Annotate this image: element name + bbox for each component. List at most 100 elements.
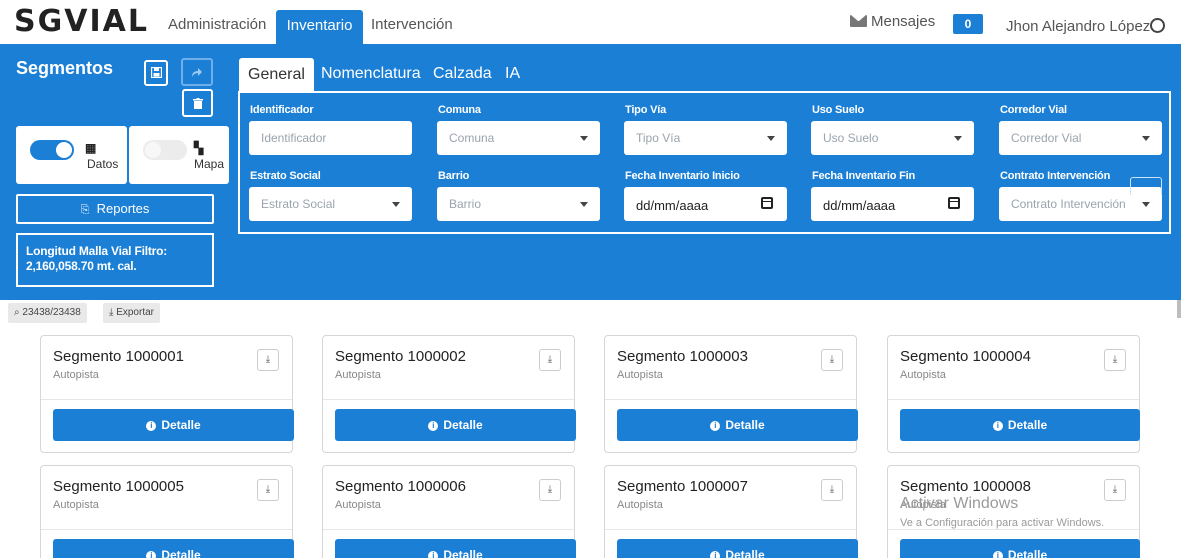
- calendar-icon[interactable]: [948, 197, 960, 209]
- download-button[interactable]: ⤓: [539, 349, 561, 371]
- fecha-inicio-input[interactable]: dd/mm/aaaa: [624, 187, 787, 221]
- filter-extra-button[interactable]: [1130, 177, 1162, 195]
- fecha-fin-input[interactable]: dd/mm/aaaa: [811, 187, 974, 221]
- estrato-social-select[interactable]: Estrato Social: [249, 187, 412, 221]
- uso-suelo-select[interactable]: Uso Suelo: [811, 121, 974, 155]
- info-icon: i: [428, 421, 439, 431]
- segment-type: Autopista: [900, 369, 946, 381]
- length-summary-box: Longitud Malla Vial Filtro: 2,160,058.70…: [16, 233, 214, 287]
- page-title: Segmentos: [16, 58, 114, 78]
- nav-link-intervencion[interactable]: Intervención: [371, 16, 453, 33]
- segment-card: Segmento 1000005 Autopista ⤓ i Detalle: [40, 465, 294, 558]
- tab-calzada[interactable]: Calzada: [433, 65, 492, 83]
- save-button[interactable]: [144, 60, 168, 86]
- info-icon: i: [992, 551, 1003, 558]
- estrato-social-placeholder: Estrato Social: [261, 197, 336, 211]
- card-divider: [323, 399, 574, 400]
- user-name: Jhon Alejandro López: [1006, 18, 1151, 35]
- detail-button[interactable]: i Detalle: [53, 539, 294, 558]
- nav-link-inventario[interactable]: Inventario: [276, 10, 363, 44]
- mapa-toggle-switch[interactable]: [143, 140, 187, 160]
- detail-button[interactable]: i Detalle: [617, 409, 858, 441]
- download-button[interactable]: ⤓: [257, 349, 279, 371]
- app-window: SGVIAL Administración Inventario Interve…: [0, 0, 1181, 558]
- detail-button[interactable]: i Detalle: [53, 409, 294, 441]
- identificador-input[interactable]: Identificador: [249, 121, 412, 155]
- download-button[interactable]: ⤓: [539, 479, 561, 501]
- segment-card: Segmento 1000006 Autopista ⤓ i Detalle: [322, 465, 576, 558]
- tab-ia[interactable]: IA: [505, 65, 520, 83]
- delete-button[interactable]: [182, 89, 213, 117]
- messages-label: Mensajes: [871, 13, 936, 30]
- tipo-via-label: Tipo Vía: [625, 104, 666, 116]
- segment-type: Autopista: [53, 499, 99, 511]
- comuna-select[interactable]: Comuna: [437, 121, 600, 155]
- count-button[interactable]: ⌕ 23438/23438: [8, 303, 87, 323]
- card-divider: [323, 529, 574, 530]
- datos-label: Datos: [87, 157, 119, 171]
- download-icon: ⤓: [829, 484, 835, 495]
- reports-label: Reportes: [96, 201, 150, 216]
- redo-button[interactable]: [181, 58, 213, 86]
- filter-panel: Segmentos ▦ Datos ▚ Mapa ⎘ Reportes Long…: [0, 44, 1181, 300]
- segment-title: Segmento 1000005: [53, 478, 184, 495]
- mapa-toggle-card[interactable]: ▚ Mapa: [129, 126, 229, 184]
- download-icon: ⤓: [265, 484, 271, 495]
- comuna-placeholder: Comuna: [449, 131, 495, 145]
- barrio-select[interactable]: Barrio: [437, 187, 600, 221]
- identificador-label: Identificador: [250, 104, 314, 116]
- user-menu[interactable]: Jhon Alejandro López: [1006, 16, 1166, 35]
- datos-toggle-switch[interactable]: [30, 140, 74, 160]
- download-button[interactable]: ⤓: [1104, 479, 1126, 501]
- app-logo[interactable]: SGVIAL: [14, 4, 149, 39]
- chevron-down-icon: [580, 136, 588, 141]
- tab-nomenclatura[interactable]: Nomenclatura: [321, 65, 421, 83]
- messages-link[interactable]: Mensajes: [850, 13, 935, 30]
- tipo-via-select[interactable]: Tipo Vía: [624, 121, 787, 155]
- comuna-label: Comuna: [438, 104, 481, 116]
- detail-button[interactable]: i Detalle: [335, 539, 576, 558]
- barrio-placeholder: Barrio: [449, 197, 482, 211]
- export-button[interactable]: ⤓ Exportar: [103, 303, 160, 323]
- detail-label: Detalle: [443, 548, 483, 558]
- nav-link-administracion[interactable]: Administración: [168, 16, 266, 33]
- datos-toggle-card[interactable]: ▦ Datos: [16, 126, 127, 184]
- download-button[interactable]: ⤓: [821, 479, 843, 501]
- tab-general[interactable]: General: [239, 58, 314, 92]
- segment-title: Segmento 1000007: [617, 478, 748, 495]
- page-scrollbar[interactable]: [1177, 300, 1181, 318]
- segment-card: Segmento 1000004 Autopista ⤓ i Detalle: [887, 335, 1140, 453]
- windows-watermark-title: Activar Windows: [900, 495, 1019, 512]
- segment-title: Segmento 1000001: [53, 348, 184, 365]
- messages-count-badge: 0: [953, 14, 983, 34]
- download-icon: ⤓: [547, 354, 553, 365]
- download-icon: ⤓: [829, 354, 835, 365]
- detail-button[interactable]: i Detalle: [335, 409, 576, 441]
- uso-suelo-label: Uso Suelo: [812, 104, 864, 116]
- download-button[interactable]: ⤓: [821, 349, 843, 371]
- download-icon: ⤓: [1112, 484, 1118, 495]
- card-divider: [41, 529, 292, 530]
- reports-button[interactable]: ⎘ Reportes: [16, 194, 214, 224]
- detail-button[interactable]: i Detalle: [900, 539, 1140, 558]
- detail-button[interactable]: i Detalle: [900, 409, 1140, 441]
- fecha-inicio-value: dd/mm/aaaa: [636, 198, 709, 213]
- fecha-fin-value: dd/mm/aaaa: [823, 198, 896, 213]
- detail-label: Detalle: [161, 418, 201, 432]
- segment-title: Segmento 1000004: [900, 348, 1031, 365]
- search-icon: ⌕: [14, 307, 20, 318]
- detail-button[interactable]: i Detalle: [617, 539, 858, 558]
- calendar-icon[interactable]: [761, 197, 773, 209]
- fecha-fin-label: Fecha Inventario Fin: [812, 170, 915, 182]
- download-icon: ⤓: [1112, 354, 1118, 365]
- segment-card: Segmento 1000002 Autopista ⤓ i Detalle: [322, 335, 576, 453]
- chevron-down-icon: [954, 136, 962, 141]
- uso-suelo-placeholder: Uso Suelo: [823, 131, 879, 145]
- download-button[interactable]: ⤓: [1104, 349, 1126, 371]
- corredor-vial-select[interactable]: Corredor Vial: [999, 121, 1162, 155]
- map-icon: ▚: [194, 141, 204, 155]
- result-count: 23438/23438: [22, 307, 81, 318]
- detail-label: Detalle: [725, 548, 765, 558]
- download-button[interactable]: ⤓: [257, 479, 279, 501]
- calendar-icon: ▦: [85, 141, 97, 155]
